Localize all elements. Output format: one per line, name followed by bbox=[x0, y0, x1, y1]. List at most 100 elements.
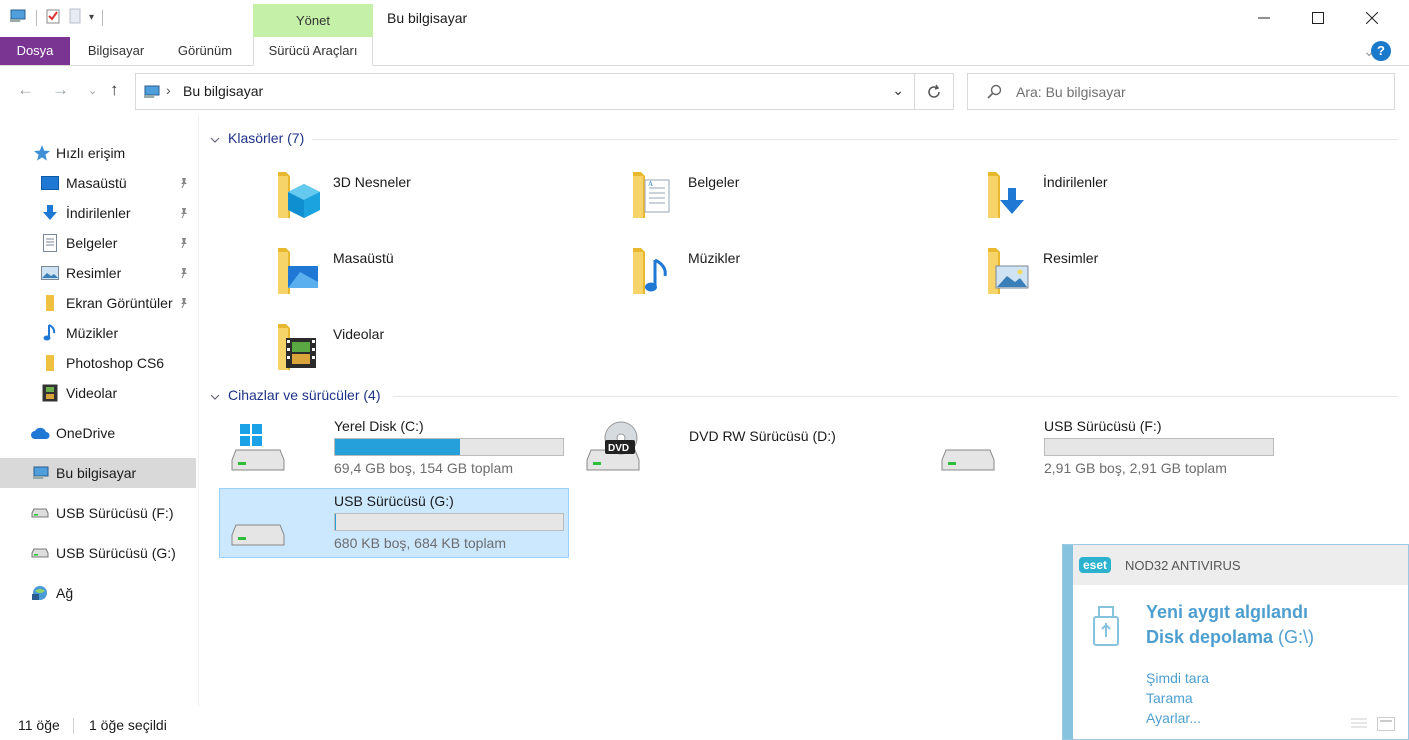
toolbar-separator bbox=[36, 9, 37, 26]
folder-downloads[interactable]: İndirilenler bbox=[980, 166, 1320, 236]
address-dropdown-chevron-icon[interactable]: ⌄ bbox=[892, 82, 904, 99]
nav-network[interactable]: Ağ bbox=[0, 578, 196, 608]
tab-file[interactable]: Dosya bbox=[0, 37, 70, 65]
new-folder-icon[interactable] bbox=[69, 8, 81, 27]
nav-item-documents[interactable]: Belgeler bbox=[0, 228, 196, 258]
folder-music[interactable]: Müzikler bbox=[625, 242, 965, 312]
manage-context-tab[interactable]: Yönet bbox=[253, 4, 373, 37]
cloud-icon bbox=[30, 423, 50, 443]
folder-desktop[interactable]: Masaüstü bbox=[270, 242, 610, 312]
nav-quick-access[interactable]: Hızlı erişim bbox=[0, 138, 196, 168]
eset-accent-bar bbox=[1063, 545, 1073, 739]
folders-group-header[interactable]: Klasörler (7) bbox=[210, 130, 304, 146]
nav-item-label: Photoshop CS6 bbox=[66, 355, 165, 371]
help-button[interactable]: ? bbox=[1371, 41, 1391, 61]
nav-item-videos[interactable]: Videolar bbox=[0, 378, 196, 408]
pictures-icon bbox=[40, 263, 60, 283]
large-icons-view-icon[interactable] bbox=[1377, 717, 1395, 734]
svg-text:A: A bbox=[648, 180, 653, 188]
drive-name: Yerel Disk (C:) bbox=[334, 418, 424, 434]
eset-title: Yeni aygıt algılandı bbox=[1146, 602, 1309, 622]
usb-drive-icon bbox=[941, 449, 995, 471]
pin-icon[interactable] bbox=[178, 296, 190, 312]
dvd-drive-icon: DVD bbox=[586, 421, 640, 471]
up-arrow-icon[interactable]: ↑ bbox=[110, 80, 119, 100]
window-title: Bu bilgisayar bbox=[387, 10, 468, 26]
tab-computer[interactable]: Bilgisayar bbox=[76, 37, 156, 65]
nav-item-label: USB Sürücüsü (G:) bbox=[56, 545, 176, 561]
folder-documents[interactable]: A Belgeler bbox=[625, 166, 965, 236]
customize-dropdown-icon[interactable]: ▾ bbox=[89, 12, 94, 23]
nav-usb-f[interactable]: USB Sürücüsü (F:) bbox=[0, 498, 196, 528]
folder-name: Masaüstü bbox=[333, 250, 394, 266]
folder-pictures[interactable]: Resimler bbox=[980, 242, 1320, 312]
devices-group-header[interactable]: Cihazlar ve sürücüler (4) bbox=[210, 387, 381, 403]
address-path[interactable]: Bu bilgisayar bbox=[183, 83, 263, 99]
eset-settings-link[interactable]: Ayarlar... bbox=[1146, 710, 1201, 726]
folder-name: 3D Nesneler bbox=[333, 174, 411, 190]
usb-icon bbox=[1093, 606, 1119, 646]
maximize-button[interactable] bbox=[1291, 0, 1345, 36]
drive-name: USB Sürücüsü (F:) bbox=[1044, 418, 1162, 434]
nav-item-music[interactable]: Müzikler bbox=[0, 318, 196, 348]
pane-divider[interactable] bbox=[198, 116, 199, 706]
forward-arrow-icon[interactable]: → bbox=[52, 80, 69, 100]
chevron-down-icon bbox=[210, 130, 220, 146]
video-icon bbox=[40, 383, 60, 403]
nav-onedrive[interactable]: OneDrive bbox=[0, 418, 196, 448]
back-arrow-icon[interactable]: ← bbox=[17, 80, 34, 100]
group-title: Cihazlar ve sürücüler (4) bbox=[228, 387, 381, 403]
pin-icon[interactable] bbox=[178, 206, 190, 222]
documents-icon: A bbox=[633, 172, 670, 218]
nav-item-label: Hızlı erişim bbox=[56, 145, 126, 161]
pin-icon[interactable] bbox=[178, 176, 190, 192]
drive-space-info: 680 KB boş, 684 KB toplam bbox=[334, 535, 506, 551]
close-icon bbox=[1366, 12, 1378, 24]
nav-item-photoshop[interactable]: Photoshop CS6 bbox=[0, 348, 196, 378]
nav-usb-g[interactable]: USB Sürücüsü (G:) bbox=[0, 538, 196, 568]
eset-scan-now-link[interactable]: Şimdi tara bbox=[1146, 670, 1209, 686]
nav-item-label: Bu bilgisayar bbox=[56, 465, 137, 481]
nav-item-label: OneDrive bbox=[56, 425, 116, 441]
drive-name: DVD RW Sürücüsü (D:) bbox=[689, 428, 836, 444]
properties-icon[interactable] bbox=[45, 8, 61, 27]
search-input[interactable] bbox=[1016, 74, 1386, 109]
tab-view[interactable]: Görünüm bbox=[165, 37, 245, 65]
refresh-button[interactable] bbox=[914, 73, 954, 110]
details-view-icon[interactable] bbox=[1351, 717, 1367, 734]
drive-d[interactable]: DVD DVD RW Sürücüsü (D:) bbox=[575, 414, 925, 484]
nav-item-desktop[interactable]: Masaüstü bbox=[0, 168, 196, 198]
eset-device: Disk depolama (G:\) bbox=[1146, 627, 1314, 648]
eset-scan-link[interactable]: Tarama bbox=[1146, 690, 1193, 706]
breadcrumb-separator-icon[interactable]: › bbox=[166, 82, 171, 98]
nav-this-pc[interactable]: Bu bilgisayar bbox=[0, 458, 196, 488]
folder-name: Müzikler bbox=[688, 250, 741, 266]
drive-usage-fill bbox=[335, 439, 461, 455]
nav-item-label: Ekran Görüntüler bbox=[66, 295, 173, 311]
folder-videos[interactable]: Videolar bbox=[270, 318, 610, 388]
folder-3d-objects[interactable]: 3D Nesneler bbox=[270, 166, 610, 236]
usb-drive-icon bbox=[30, 503, 50, 523]
maximize-icon bbox=[1312, 12, 1324, 24]
drive-usage-fill bbox=[335, 514, 337, 530]
folder-icon bbox=[40, 353, 60, 373]
folder-name: Resimler bbox=[1043, 250, 1099, 266]
nav-item-label: Videolar bbox=[66, 385, 118, 401]
recent-locations-chevron-icon[interactable]: ⌄ bbox=[88, 84, 97, 97]
navigation-pane: Hızlı erişim Masaüstü İndirilenler Belge… bbox=[0, 130, 198, 706]
drive-usage-bar bbox=[334, 513, 564, 531]
eset-notification[interactable]: eset NOD32 ANTIVIRUS Yeni aygıt algıland… bbox=[1062, 544, 1409, 740]
close-button[interactable] bbox=[1345, 0, 1399, 36]
minimize-button[interactable] bbox=[1237, 0, 1291, 36]
tab-drive-tools[interactable]: Sürücü Araçları bbox=[253, 37, 373, 66]
search-box[interactable] bbox=[967, 73, 1395, 110]
nav-item-downloads[interactable]: İndirilenler bbox=[0, 198, 196, 228]
pin-icon[interactable] bbox=[178, 266, 190, 282]
drive-g[interactable]: USB Sürücüsü (G:) 680 KB boş, 684 KB top… bbox=[219, 488, 569, 558]
nav-item-pictures[interactable]: Resimler bbox=[0, 258, 196, 288]
address-bar[interactable]: › Bu bilgisayar ⌄ bbox=[135, 73, 915, 110]
drive-c[interactable]: Yerel Disk (C:) 69,4 GB boş, 154 GB topl… bbox=[220, 414, 570, 484]
nav-item-screenshots[interactable]: Ekran Görüntüler bbox=[0, 288, 196, 318]
drive-f[interactable]: USB Sürücüsü (F:) 2,91 GB boş, 2,91 GB t… bbox=[930, 414, 1280, 484]
pin-icon[interactable] bbox=[178, 236, 190, 252]
